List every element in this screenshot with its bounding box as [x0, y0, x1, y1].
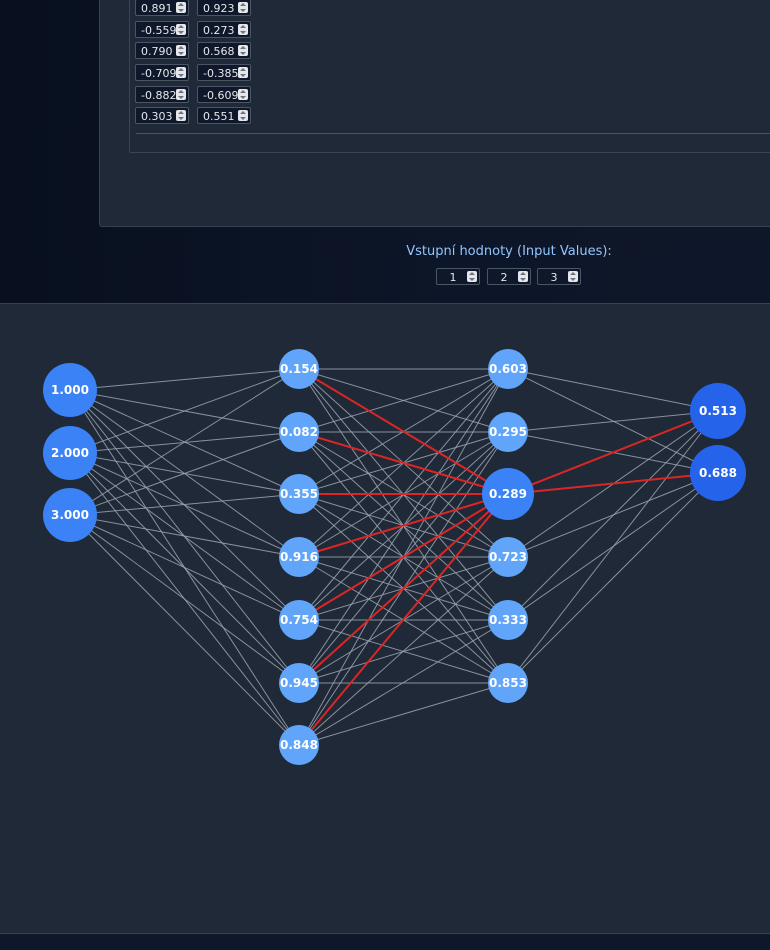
connection — [69, 368, 300, 454]
connection — [69, 514, 300, 746]
input-value-field[interactable]: 1 — [436, 268, 480, 285]
spinner-icon[interactable] — [176, 110, 186, 121]
node-value: 0.603 — [489, 362, 527, 376]
node-value: 0.945 — [280, 676, 318, 690]
highlighted-connection — [507, 472, 719, 495]
input-value-field[interactable]: 2 — [487, 268, 531, 285]
node-value: 0.754 — [280, 613, 318, 627]
hidden-node[interactable]: 0.295 — [488, 412, 528, 452]
weight-input[interactable]: -0.609 — [197, 86, 251, 103]
spinner-icon[interactable] — [238, 24, 248, 35]
spinner-icon[interactable] — [176, 2, 186, 13]
bottom-strip — [0, 933, 770, 950]
spinner-icon[interactable] — [238, 2, 248, 13]
input-node[interactable]: 1.000 — [43, 363, 97, 417]
spinner-icon[interactable] — [467, 271, 477, 282]
connection — [298, 682, 509, 746]
node-value: 0.688 — [699, 466, 737, 480]
hidden-node[interactable]: 0.754 — [279, 600, 319, 640]
hidden-node[interactable]: 0.154 — [279, 349, 319, 389]
spinner-icon[interactable] — [238, 45, 248, 56]
hidden-node[interactable]: 0.289 — [482, 468, 534, 520]
hidden-node[interactable]: 0.848 — [279, 725, 319, 765]
connection — [69, 431, 300, 516]
connection — [69, 514, 300, 621]
divider — [136, 133, 770, 134]
input-node[interactable]: 3.000 — [43, 488, 97, 542]
node-value: 1.000 — [51, 383, 89, 397]
spinner-icon[interactable] — [568, 271, 578, 282]
spinner-icon[interactable] — [238, 67, 248, 78]
node-value: 0.154 — [280, 362, 318, 376]
output-node[interactable]: 0.688 — [690, 445, 746, 501]
network-diagram: 1.000 2.000 3.000 0.154 0.082 0.355 0.916 0.754… — [43, 349, 746, 765]
connection — [507, 410, 719, 433]
hidden-node[interactable]: 0.945 — [279, 663, 319, 703]
weight-input[interactable]: 0.891 — [135, 0, 189, 16]
spinner-icon[interactable] — [238, 89, 248, 100]
connection — [69, 514, 300, 684]
weight-input[interactable]: -0.385 — [197, 64, 251, 81]
connection — [69, 514, 300, 558]
weight-input[interactable]: 0.568 — [197, 42, 251, 59]
node-value: 0.848 — [280, 738, 318, 752]
spinner-icon[interactable] — [176, 45, 186, 56]
node-value: 0.295 — [489, 425, 527, 439]
connection — [298, 556, 509, 746]
weight-input[interactable]: 0.273 — [197, 21, 251, 38]
weight-input[interactable]: -0.882 — [135, 86, 189, 103]
spinner-icon[interactable] — [176, 24, 186, 35]
connection — [507, 368, 719, 412]
node-value: 0.082 — [280, 425, 318, 439]
node-value: 0.289 — [489, 487, 527, 501]
hidden-node[interactable]: 0.082 — [279, 412, 319, 452]
connection — [69, 368, 300, 516]
input-value-field[interactable]: 3 — [537, 268, 581, 285]
weight-input[interactable]: 0.303 — [135, 107, 189, 124]
input-values-label: Vstupní hodnoty (Input Values): — [406, 244, 612, 259]
spinner-icon[interactable] — [176, 89, 186, 100]
output-node[interactable]: 0.513 — [690, 383, 746, 439]
connection — [69, 368, 300, 391]
connection — [507, 472, 719, 684]
node-value: 0.513 — [699, 404, 737, 418]
hidden-node[interactable]: 0.355 — [279, 474, 319, 514]
node-value: 2.000 — [51, 446, 89, 460]
network-visualization-panel: 1.000 2.000 3.000 0.154 0.082 0.355 0.916 0.754… — [0, 303, 770, 934]
node-value: 3.000 — [51, 508, 89, 522]
spinner-icon[interactable] — [176, 67, 186, 78]
node-value: 0.355 — [280, 487, 318, 501]
hidden-node[interactable]: 0.333 — [488, 600, 528, 640]
spinner-icon[interactable] — [238, 110, 248, 121]
hidden-node[interactable]: 0.603 — [488, 349, 528, 389]
hidden-node[interactable]: 0.853 — [488, 663, 528, 703]
connection — [507, 410, 719, 621]
node-value: 0.723 — [489, 550, 527, 564]
weight-input[interactable]: 0.923 — [197, 0, 251, 16]
spinner-icon[interactable] — [518, 271, 528, 282]
node-value: 0.853 — [489, 676, 527, 690]
weight-input[interactable]: -0.709 — [135, 64, 189, 81]
node-value: 0.333 — [489, 613, 527, 627]
hidden-node[interactable]: 0.723 — [488, 537, 528, 577]
node-value: 0.916 — [280, 550, 318, 564]
weight-input[interactable]: -0.559 — [135, 21, 189, 38]
hidden-node[interactable]: 0.916 — [279, 537, 319, 577]
top-panel: 0.891 0.923 -0.559 0.273 0.790 0.568 -0.… — [0, 0, 770, 303]
weight-input[interactable]: 0.551 — [197, 107, 251, 124]
weight-input[interactable]: 0.790 — [135, 42, 189, 59]
input-node[interactable]: 2.000 — [43, 426, 97, 480]
